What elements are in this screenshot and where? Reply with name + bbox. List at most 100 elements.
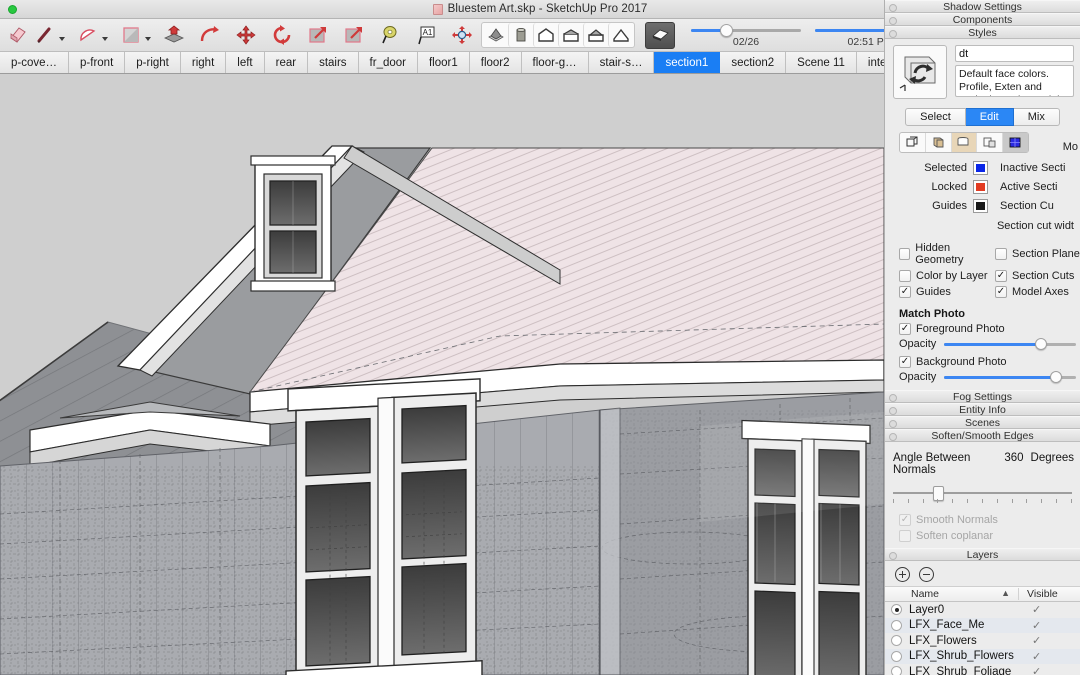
line-tool[interactable] xyxy=(31,22,58,49)
scale-tool-2[interactable] xyxy=(340,22,367,49)
foreground-photo-checkbox[interactable]: Foreground Photo xyxy=(899,323,1080,335)
section-header-shadow-settings[interactable]: Shadow Settings xyxy=(885,0,1080,13)
add-layer-button[interactable] xyxy=(895,567,910,582)
window-controls[interactable] xyxy=(8,5,17,14)
followme-tool[interactable] xyxy=(196,22,223,49)
checkbox-model-axes[interactable]: Model Axes xyxy=(995,286,1080,298)
section-header-entity-info[interactable]: Entity Info xyxy=(885,403,1080,416)
layer-visible-checkbox[interactable]: ✓ xyxy=(1032,650,1041,663)
tab-edit[interactable]: Edit xyxy=(966,108,1014,126)
view-top[interactable] xyxy=(508,23,533,47)
scene-tab-pfront[interactable]: p-front xyxy=(69,52,125,73)
layer-name[interactable]: LFX_Face_Me xyxy=(909,619,1018,631)
soften-coplanar-checkbox[interactable]: Soften coplanar xyxy=(899,530,1080,542)
scene-tab-floor1[interactable]: floor1 xyxy=(418,52,470,73)
checkbox-hidden-geometry[interactable]: Hidden Geometry xyxy=(899,242,995,266)
layer-name[interactable]: LFX_Shrub_Foliage xyxy=(909,666,1018,675)
rotate-tool[interactable] xyxy=(268,22,295,49)
color-swatch-locked[interactable] xyxy=(973,180,988,194)
scene-tab-pcove[interactable]: p-cove… xyxy=(0,52,69,73)
section-header-soften-smooth-edges[interactable]: Soften/Smooth Edges xyxy=(885,429,1080,442)
checkbox-section-cuts[interactable]: Section Cuts xyxy=(995,270,1080,282)
arc-tool-dropdown[interactable] xyxy=(102,37,108,41)
move-tool[interactable] xyxy=(232,22,259,49)
section-header-components[interactable]: Components xyxy=(885,13,1080,26)
checkbox-section-planes[interactable]: Section Planes xyxy=(995,242,1080,266)
tab-mix[interactable]: Mix xyxy=(1014,108,1060,126)
background-photo-checkbox[interactable]: Background Photo xyxy=(899,356,1080,368)
smooth-normals-checkbox[interactable]: Smooth Normals xyxy=(899,514,1080,526)
sort-ascending-icon[interactable]: ▲ xyxy=(1001,588,1010,598)
layer-name[interactable]: LFX_Flowers xyxy=(909,635,1018,647)
layer-name[interactable]: LFX_Shrub_Flowers xyxy=(909,650,1018,662)
watermark-settings-button[interactable] xyxy=(976,133,1002,152)
view-left[interactable] xyxy=(608,23,633,47)
layer-column-name[interactable]: Name xyxy=(911,588,939,600)
angle-value[interactable]: 360 xyxy=(1004,452,1023,464)
angle-slider[interactable] xyxy=(893,488,1072,508)
shadow-date-slider[interactable]: 02/26 xyxy=(691,22,801,48)
scene-tab-frdoor[interactable]: fr_door xyxy=(359,52,418,73)
style-name-input[interactable]: dt xyxy=(955,45,1074,62)
style-description-field[interactable]: Default face colors. Profile, Exten and … xyxy=(955,65,1074,97)
face-settings-button[interactable] xyxy=(925,133,951,152)
zoom-extents-tool[interactable] xyxy=(448,22,475,49)
layer-row[interactable]: LFX_Face_Me ✓ xyxy=(885,618,1080,634)
line-tool-dropdown[interactable] xyxy=(59,37,65,41)
background-opacity-slider[interactable] xyxy=(944,370,1076,384)
active-layer-radio[interactable] xyxy=(891,666,902,675)
background-settings-button[interactable] xyxy=(951,133,977,152)
view-right[interactable] xyxy=(558,23,583,47)
edge-settings-button[interactable] xyxy=(900,133,925,152)
scene-tab-left[interactable]: left xyxy=(226,52,264,73)
section-header-layers[interactable]: Layers xyxy=(885,548,1080,561)
window-zoom-button[interactable] xyxy=(8,5,17,14)
layer-visible-checkbox[interactable]: ✓ xyxy=(1032,665,1041,675)
style-thumbnail[interactable] xyxy=(893,45,947,99)
color-swatch-selected[interactable] xyxy=(973,161,988,175)
scene-tab-floor2[interactable]: floor2 xyxy=(470,52,522,73)
text-tool[interactable]: A1 xyxy=(412,22,439,49)
layer-row[interactable]: LFX_Shrub_Flowers ✓ xyxy=(885,649,1080,665)
checkbox-guides[interactable]: Guides xyxy=(899,286,995,298)
active-layer-radio[interactable] xyxy=(891,651,902,662)
foreground-opacity-slider[interactable] xyxy=(944,337,1076,351)
scene-tab-section2[interactable]: section2 xyxy=(720,52,786,73)
scene-tab-stairs[interactable]: stairs xyxy=(308,52,358,73)
scene-tab-right[interactable]: right xyxy=(181,52,226,73)
remove-layer-button[interactable] xyxy=(919,567,934,582)
scene-tab-stairs[interactable]: stair-s… xyxy=(589,52,655,73)
layer-row[interactable]: LFX_Shrub_Foliage ✓ xyxy=(885,664,1080,675)
tab-select[interactable]: Select xyxy=(905,108,966,126)
active-layer-radio[interactable] xyxy=(891,635,902,646)
layer-name[interactable]: Layer0 xyxy=(909,604,1018,616)
scene-tab-scene11[interactable]: Scene 11 xyxy=(786,52,857,73)
layer-row[interactable]: Layer0 ✓ xyxy=(885,602,1080,618)
color-swatch-guides[interactable] xyxy=(973,199,988,213)
view-back[interactable] xyxy=(583,23,608,47)
shaded-with-textures-button[interactable] xyxy=(645,22,675,49)
active-layer-radio[interactable] xyxy=(891,604,902,615)
scene-tab-rear[interactable]: rear xyxy=(265,52,308,73)
modeling-settings-button[interactable] xyxy=(1002,133,1028,152)
view-iso[interactable] xyxy=(483,23,508,47)
layer-row[interactable]: LFX_Flowers ✓ xyxy=(885,633,1080,649)
section-header-scenes[interactable]: Scenes xyxy=(885,416,1080,429)
eraser-tool[interactable] xyxy=(4,22,31,49)
rectangle-tool-dropdown[interactable] xyxy=(145,37,151,41)
scene-tab-section1[interactable]: section1 xyxy=(654,52,720,73)
tape-measure-tool[interactable] xyxy=(376,22,403,49)
layer-visible-checkbox[interactable]: ✓ xyxy=(1032,603,1041,616)
section-header-fog-settings[interactable]: Fog Settings xyxy=(885,390,1080,403)
arc-tool[interactable] xyxy=(74,22,101,49)
view-front[interactable] xyxy=(533,23,558,47)
layer-column-visible[interactable]: Visible xyxy=(1018,588,1080,600)
pushpull-tool[interactable] xyxy=(160,22,187,49)
scene-tab-pright[interactable]: p-right xyxy=(125,52,181,73)
layer-visible-checkbox[interactable]: ✓ xyxy=(1032,619,1041,632)
layer-visible-checkbox[interactable]: ✓ xyxy=(1032,634,1041,647)
3d-model-viewport[interactable] xyxy=(0,74,884,675)
checkbox-color-by-layer[interactable]: Color by Layer xyxy=(899,270,995,282)
scale-tool[interactable] xyxy=(304,22,331,49)
active-layer-radio[interactable] xyxy=(891,620,902,631)
